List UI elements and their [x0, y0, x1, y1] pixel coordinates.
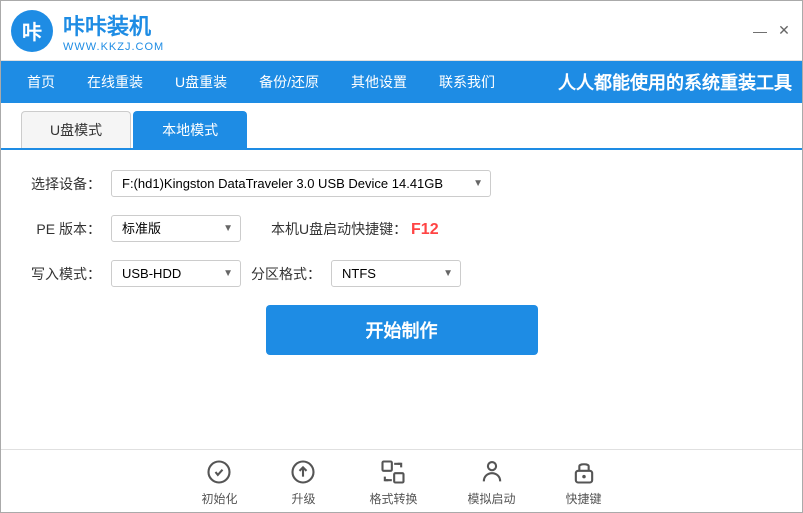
nav-backup-restore[interactable]: 备份/还原	[243, 61, 335, 103]
nav-contact[interactable]: 联系我们	[423, 61, 511, 103]
device-select-wrapper: F:(hd1)Kingston DataTraveler 3.0 USB Dev…	[111, 170, 491, 197]
pe-row: PE 版本： 标准版 高级版 ▼ 本机U盘启动快捷键： F12	[31, 215, 772, 242]
app-title: 咔咔装机	[63, 9, 164, 41]
content-area: 选择设备： F:(hd1)Kingston DataTraveler 3.0 U…	[1, 150, 802, 449]
bottom-icon-shortcut[interactable]: 快捷键	[566, 458, 602, 507]
minimize-button[interactable]: —	[752, 23, 768, 39]
close-button[interactable]: ✕	[776, 23, 792, 39]
partition-label: 分区格式：	[251, 264, 321, 284]
bottom-icon-simulate-boot[interactable]: 模拟启动	[468, 458, 516, 507]
app-url: WWW.KKZJ.COM	[63, 41, 164, 53]
app-logo: 咔	[11, 10, 53, 52]
format-convert-label: 格式转换	[369, 490, 417, 507]
shortcut-key: F12	[411, 221, 439, 238]
write-select-wrapper: USB-HDD USB-ZIP USB-FDD ▼	[111, 260, 241, 287]
main-window: 咔 咔咔装机 WWW.KKZJ.COM — ✕ 首页 在线重装 U盘重装 备份/…	[0, 0, 803, 513]
app-title-block: 咔咔装机 WWW.KKZJ.COM	[63, 9, 164, 53]
tabs-row: U盘模式 本地模式	[1, 111, 802, 150]
check-circle-icon	[203, 458, 235, 486]
upgrade-label: 升级	[291, 490, 315, 507]
shortcut-label: 本机U盘启动快捷键： F12	[271, 219, 439, 239]
nav-usb-reinstall[interactable]: U盘重装	[159, 61, 243, 103]
device-select[interactable]: F:(hd1)Kingston DataTraveler 3.0 USB Dev…	[111, 170, 491, 197]
nav-tagline: 人人都能使用的系统重装工具	[558, 69, 792, 95]
simulate-boot-label: 模拟启动	[468, 490, 516, 507]
bottom-icon-format-convert[interactable]: 格式转换	[369, 458, 417, 507]
title-bar-left: 咔 咔咔装机 WWW.KKZJ.COM	[11, 9, 164, 53]
tab-usb-mode[interactable]: U盘模式	[21, 111, 131, 148]
pe-select-wrapper: 标准版 高级版 ▼	[111, 215, 241, 242]
upload-icon	[287, 458, 319, 486]
pe-select[interactable]: 标准版 高级版	[111, 215, 241, 242]
bottom-icon-initialize[interactable]: 初始化	[201, 458, 237, 507]
title-controls: — ✕	[752, 23, 792, 39]
bottom-icon-upgrade[interactable]: 升级	[287, 458, 319, 507]
nav-online-reinstall[interactable]: 在线重装	[71, 61, 159, 103]
nav-home[interactable]: 首页	[11, 61, 71, 103]
start-button[interactable]: 开始制作	[266, 305, 538, 355]
write-label: 写入模式：	[31, 264, 101, 284]
write-row: 写入模式： USB-HDD USB-ZIP USB-FDD ▼ 分区格式： NT…	[31, 260, 772, 287]
title-bar: 咔 咔咔装机 WWW.KKZJ.COM — ✕	[1, 1, 802, 61]
tab-local-mode[interactable]: 本地模式	[133, 111, 247, 148]
bottom-icons: 初始化 升级	[1, 449, 802, 512]
nav-items: 首页 在线重装 U盘重装 备份/还原 其他设置 联系我们	[11, 61, 511, 103]
initialize-label: 初始化	[201, 490, 237, 507]
partition-select-wrapper: NTFS FAT32 exFAT ▼	[331, 260, 461, 287]
partition-select[interactable]: NTFS FAT32 exFAT	[331, 260, 461, 287]
device-label: 选择设备：	[31, 174, 101, 194]
nav-other-settings[interactable]: 其他设置	[335, 61, 423, 103]
nav-bar: 首页 在线重装 U盘重装 备份/还原 其他设置 联系我们 人人都能使用的系统重装…	[1, 61, 802, 103]
pe-label: PE 版本：	[31, 219, 101, 239]
shortcut-key-label: 快捷键	[566, 490, 602, 507]
lock-icon	[568, 458, 600, 486]
person-icon	[476, 458, 508, 486]
write-select[interactable]: USB-HDD USB-ZIP USB-FDD	[111, 260, 241, 287]
convert-icon	[377, 458, 409, 486]
device-row: 选择设备： F:(hd1)Kingston DataTraveler 3.0 U…	[31, 170, 772, 197]
